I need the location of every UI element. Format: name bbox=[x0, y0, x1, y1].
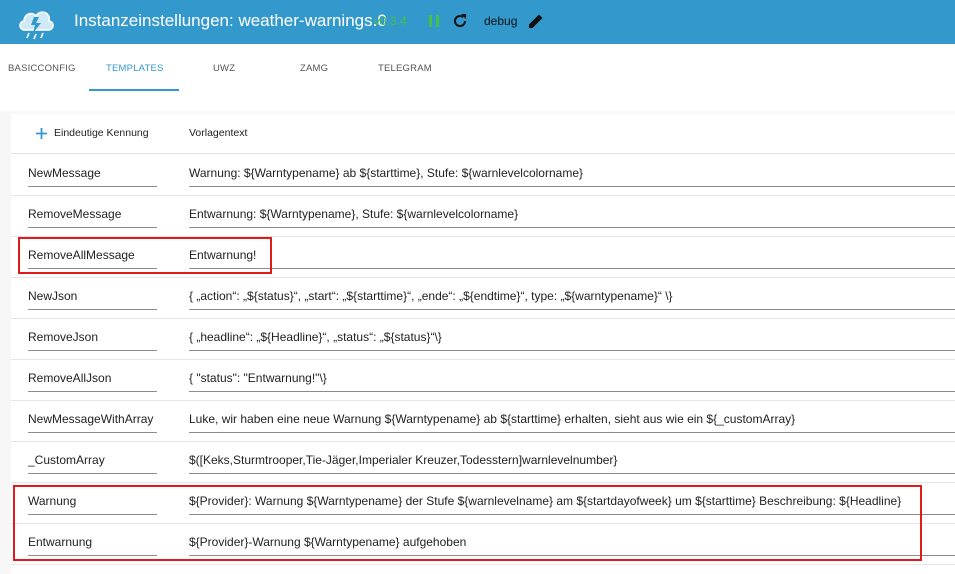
app-header: Instanzeinstellungen: weather-warnings.0… bbox=[0, 0, 955, 44]
template-input[interactable]: Luke, wir haben eine neue Warnung ${Warn… bbox=[189, 408, 955, 433]
column-header-key: Eindeutige Kennung bbox=[54, 127, 149, 139]
table-row: Warnung ${Provider}: Warnung ${Warntypen… bbox=[11, 482, 955, 524]
template-input[interactable]: { "status": "Entwarnung!"\} bbox=[189, 367, 955, 392]
tab-zamg[interactable]: ZAMG bbox=[300, 63, 328, 74]
table-row: Entwarnung ${Provider}-Warnung ${Warntyp… bbox=[11, 523, 955, 565]
key-input[interactable]: Entwarnung bbox=[28, 531, 157, 556]
log-level-label: debug bbox=[484, 14, 518, 28]
table-row: RemoveAllJson { "status": "Entwarnung!"\… bbox=[11, 359, 955, 401]
key-input[interactable]: NewMessage bbox=[28, 162, 157, 187]
column-header-template: Vorlagentext bbox=[189, 127, 248, 139]
template-input[interactable]: Entwarnung! bbox=[189, 244, 955, 269]
template-input[interactable]: Entwarnung: ${Warntypename}, Stufe: ${wa… bbox=[189, 203, 955, 228]
key-input[interactable]: RemoveJson bbox=[28, 326, 157, 351]
table-row: RemoveMessage Entwarnung: ${Warntypename… bbox=[11, 195, 955, 237]
reload-icon[interactable] bbox=[450, 11, 470, 31]
tab-basicconfig[interactable]: BASICCONFIG bbox=[8, 63, 76, 74]
table-row: NewJson { „action“: „${status}“, „start“… bbox=[11, 277, 955, 319]
iobroker-cloud-logo-icon bbox=[19, 11, 54, 40]
table-row: _CustomArray $([Keks,Sturmtrooper,Tie-Jä… bbox=[11, 441, 955, 483]
tab-telegram[interactable]: TELEGRAM bbox=[378, 63, 432, 74]
table-header: Eindeutige Kennung Vorlagentext bbox=[11, 114, 955, 154]
templates-table: Eindeutige Kennung Vorlagentext NewMessa… bbox=[11, 114, 955, 574]
key-input[interactable]: Warnung bbox=[28, 490, 157, 515]
template-input[interactable]: ${Provider}-Warnung ${Warntypename} aufg… bbox=[189, 531, 955, 556]
key-input[interactable]: _CustomArray bbox=[28, 449, 157, 474]
key-input[interactable]: RemoveAllMessage bbox=[28, 244, 157, 269]
template-input[interactable]: Warnung: ${Warntypename} ab ${starttime}… bbox=[189, 162, 955, 187]
template-input[interactable]: ${Provider}: Warnung ${Warntypename} der… bbox=[189, 490, 955, 515]
add-row-button[interactable]: Eindeutige Kennung bbox=[35, 123, 149, 143]
version-label: v0.3.4 bbox=[374, 14, 407, 28]
key-input[interactable]: NewMessageWithArray bbox=[28, 408, 157, 433]
key-input[interactable]: NewJson bbox=[28, 285, 157, 310]
pause-icon[interactable] bbox=[424, 11, 444, 31]
active-tab-indicator bbox=[89, 89, 179, 91]
edit-icon[interactable] bbox=[526, 11, 546, 31]
table-row: NewMessageWithArray Luke, wir haben eine… bbox=[11, 400, 955, 442]
table-row: NewMessage Warnung: ${Warntypename} ab $… bbox=[11, 154, 955, 196]
table-row: RemoveAllMessage Entwarnung! bbox=[11, 236, 955, 278]
settings-tabs: BASICCONFIG TEMPLATES UWZ ZAMG TELEGRAM bbox=[0, 44, 955, 93]
plus-icon bbox=[36, 127, 47, 139]
table-row: RemoveJson { „headline“: „${Headline}“, … bbox=[11, 318, 955, 360]
template-input[interactable]: { „action“: „${status}“, „start“: „${sta… bbox=[189, 285, 955, 310]
page-title: Instanzeinstellungen: weather-warnings.0 bbox=[74, 11, 387, 30]
template-input[interactable]: { „headline“: „${Headline}“, „status“: „… bbox=[189, 326, 955, 351]
key-input[interactable]: RemoveMessage bbox=[28, 203, 157, 228]
key-input[interactable]: RemoveAllJson bbox=[28, 367, 157, 392]
tab-uwz[interactable]: UWZ bbox=[213, 63, 235, 74]
tab-templates[interactable]: TEMPLATES bbox=[106, 63, 164, 74]
template-input[interactable]: $([Keks,Sturmtrooper,Tie-Jäger,Imperiale… bbox=[189, 449, 955, 474]
